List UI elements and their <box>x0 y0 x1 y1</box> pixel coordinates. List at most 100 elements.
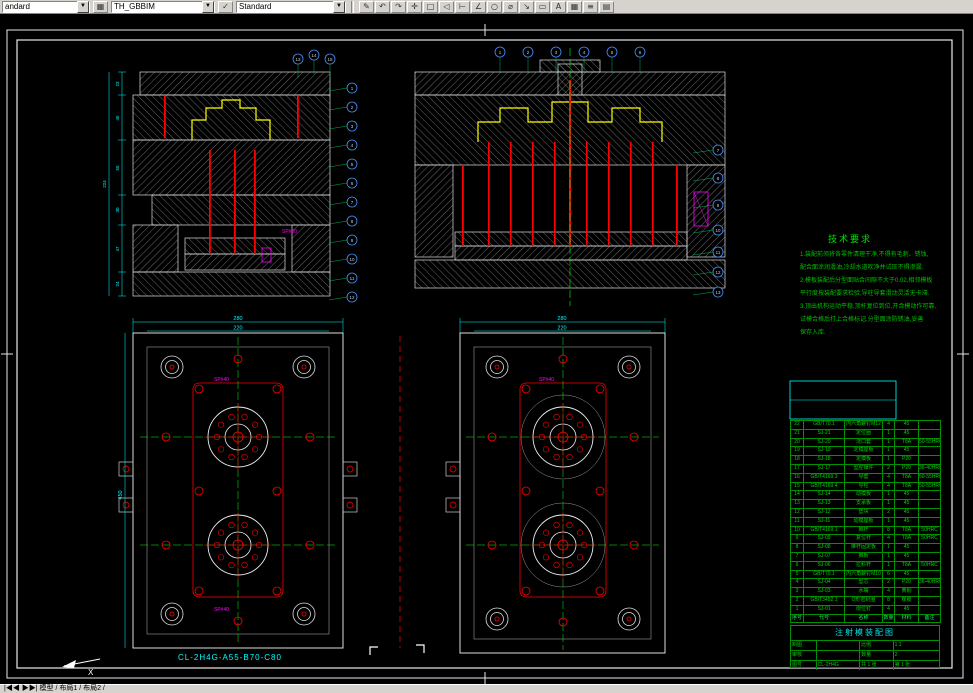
layout-tabs[interactable]: |◀◀ ▶▶| 模型 / 布局1 / 布局2 / <box>4 685 105 692</box>
parts-row: 2GB/T3452.1O形密封圈8橡胶 <box>791 596 941 605</box>
textstyle-dropdown[interactable]: TH_GBBIM ▼ <box>111 1 215 13</box>
undo-icon[interactable]: ↶ <box>375 1 390 13</box>
tech-req-line: 配合面涂润滑油,冷却水道吹净并试压不得渗漏. <box>800 262 955 275</box>
titleblock-cell <box>817 651 860 660</box>
dim-diameter-icon[interactable]: ⌀ <box>503 1 518 13</box>
sp-mark-text: SP#40 <box>539 377 554 383</box>
tech-req-line: 2.模板装配后分型面贴合间隙不大于0.02,相邻模板 <box>800 275 955 288</box>
svg-text:12: 12 <box>715 270 721 275</box>
style-check-icon[interactable]: ✓ <box>218 1 233 13</box>
balloon-callout: 11 <box>329 273 357 283</box>
top-toolbar: andard ▼ ▦ TH_GBBIM ▼ ✓ Standard ▼ ✎↶↷✛□… <box>0 0 973 14</box>
tech-req-line: 平行度按装配要求检验,导柱导套滑动灵活无卡滞. <box>800 288 955 301</box>
dimstyle-dropdown[interactable]: Standard ▼ <box>236 1 346 13</box>
svg-text:10: 10 <box>715 228 721 233</box>
layer-dropdown[interactable]: andard ▼ <box>2 1 90 13</box>
dim-linear-icon[interactable]: ⊢ <box>455 1 470 13</box>
balloon-callout: 13 <box>693 287 723 297</box>
dim-text: 55 <box>115 165 120 171</box>
dim-radius-icon[interactable]: ○ <box>487 1 502 13</box>
titleblock-cell: CL-2H4G <box>817 661 860 670</box>
parts-row: 15GB/T4169.4导柱4T8A50-55HRC <box>791 482 941 491</box>
match-properties-icon[interactable]: ✎ <box>359 1 374 13</box>
titleblock-cell <box>817 641 860 650</box>
titleblock-cell: 比例 <box>860 641 894 650</box>
layer-dropdown-value: andard <box>5 2 30 11</box>
balloon-callout: 1 <box>495 47 505 73</box>
parts-row: 14SJ-14动模板145 <box>791 491 941 500</box>
parts-row: 6SJ-06拉料杆1T8A50HRC <box>791 561 941 570</box>
dim-text: 220 <box>233 326 242 332</box>
parts-row: 18SJ-18定模板1P20 <box>791 456 941 465</box>
parts-row: 10GB/T4169.1推杆8T8A50HRC <box>791 526 941 535</box>
layout-tab-bar[interactable]: |◀◀ ▶▶| 模型 / 布局1 / 布局2 / <box>0 684 973 693</box>
zoom-previous-icon[interactable]: ◁ <box>439 1 454 13</box>
toolbar-icon-group: ✎↶↷✛□◁⊢∠○⌀↘▭A▦≡▤ <box>359 1 614 13</box>
leader-icon[interactable]: ↘ <box>519 1 534 13</box>
dimstyle-dropdown-value: Standard <box>239 2 271 11</box>
balloon-callout: 6 <box>329 178 357 188</box>
tech-req-line: 1.装配前须将各零件清理干净,不得有毛刺、锈蚀, <box>800 249 955 262</box>
parts-row: 11SJ-11动模座板145 <box>791 517 941 526</box>
dim-text: 23 <box>115 81 120 87</box>
titleblock-cell: 图号 <box>791 661 817 670</box>
chevron-down-icon[interactable]: ▼ <box>202 1 214 13</box>
parts-row: 16GB/T4169.3导套4T8A50-55HRC <box>791 473 941 482</box>
balloon-callout: 12 <box>329 292 357 302</box>
dim-text: 224 <box>102 180 107 188</box>
chevron-down-icon[interactable]: ▼ <box>77 1 89 13</box>
svg-text:12: 12 <box>349 295 355 300</box>
svg-text:X: X <box>88 668 94 677</box>
parts-row: 5GB/T70.1内六角螺钉M10645 <box>791 570 941 579</box>
balloon-callout: 8 <box>329 216 357 226</box>
balloon-callout: 7 <box>329 197 357 207</box>
titleblock-cell: 数量 <box>860 651 894 660</box>
balloon-callout: 2 <box>523 47 533 73</box>
parts-row: 7SJ-07推板145 <box>791 552 941 561</box>
dim-text: 45 <box>115 115 120 121</box>
dim-text: 450 <box>118 490 124 499</box>
dim-text: 47 <box>115 246 120 252</box>
title-block: 注射模装配图 制图 比例 1:1 审核 数量 2 图号 CL-2H4G 共 1 … <box>790 625 940 668</box>
chevron-down-icon[interactable]: ▼ <box>333 1 345 13</box>
titleblock-cell: 制图 <box>791 641 817 650</box>
layers-icon[interactable]: ≡ <box>583 1 598 13</box>
dim-aligned-icon[interactable]: ∠ <box>471 1 486 13</box>
pan-icon[interactable]: ✛ <box>407 1 422 13</box>
section-view-top-left: SP#60 23 45 55 30 47 24 224 <box>102 72 330 296</box>
parts-row: 20SJ-20浇口套1T8A50-55HRC <box>791 438 941 447</box>
titleblock-cell: 共 1 张 <box>860 661 894 670</box>
svg-text:15: 15 <box>327 57 333 62</box>
redo-icon[interactable]: ↷ <box>391 1 406 13</box>
titleblock-cell: 1:1 <box>894 641 939 650</box>
table-icon[interactable]: ▦ <box>567 1 582 13</box>
tech-req-line: 3.顶出机构运动平稳,顶杆复位到位,开合模动作可靠, <box>800 301 955 314</box>
plan-view-bottom-left: SP#40 SP#40 280 220 450 CL-2H4G-A55-B70-… <box>118 316 357 662</box>
parts-row: 3SJ-03水嘴4黄铜 <box>791 588 941 597</box>
svg-text:14: 14 <box>311 53 317 58</box>
section-view-top-right <box>415 48 725 306</box>
layer-manager-icon[interactable]: ▦ <box>93 1 108 13</box>
balloon-callout: 9 <box>329 235 357 245</box>
dim-text: 280 <box>557 316 566 322</box>
zoom-window-icon[interactable]: □ <box>423 1 438 13</box>
titleblock-cell: 2 <box>894 651 939 660</box>
titleblock-cell: 第 1 张 <box>894 661 939 670</box>
balloon-callout: 2 <box>329 102 357 112</box>
titleblock-cell: 审核 <box>791 651 817 660</box>
balloon-callout: 5 <box>329 159 357 169</box>
parts-row: 12SJ-12垫块245 <box>791 508 941 517</box>
sp-mark-text: SP#60 <box>282 229 297 235</box>
sp-mark-text: SP#40 <box>214 377 229 383</box>
drawing-label: CL-2H4G-A55-B70-C80 <box>178 653 282 662</box>
parts-row: 4SJ-04型芯2P2036-40HRC <box>791 579 941 588</box>
textstyle-dropdown-value: TH_GBBIM <box>114 2 155 11</box>
dim-text: 30 <box>115 207 120 213</box>
tolerance-icon[interactable]: ▭ <box>535 1 550 13</box>
sp-mark-text: SP#40 <box>214 607 229 613</box>
cad-application-window: andard ▼ ▦ TH_GBBIM ▼ ✓ Standard ▼ ✎↶↷✛□… <box>0 0 973 693</box>
svg-text:10: 10 <box>349 257 355 262</box>
drawing-title: 注射模装配图 <box>791 626 939 641</box>
text-icon[interactable]: A <box>551 1 566 13</box>
properties-icon[interactable]: ▤ <box>599 1 614 13</box>
